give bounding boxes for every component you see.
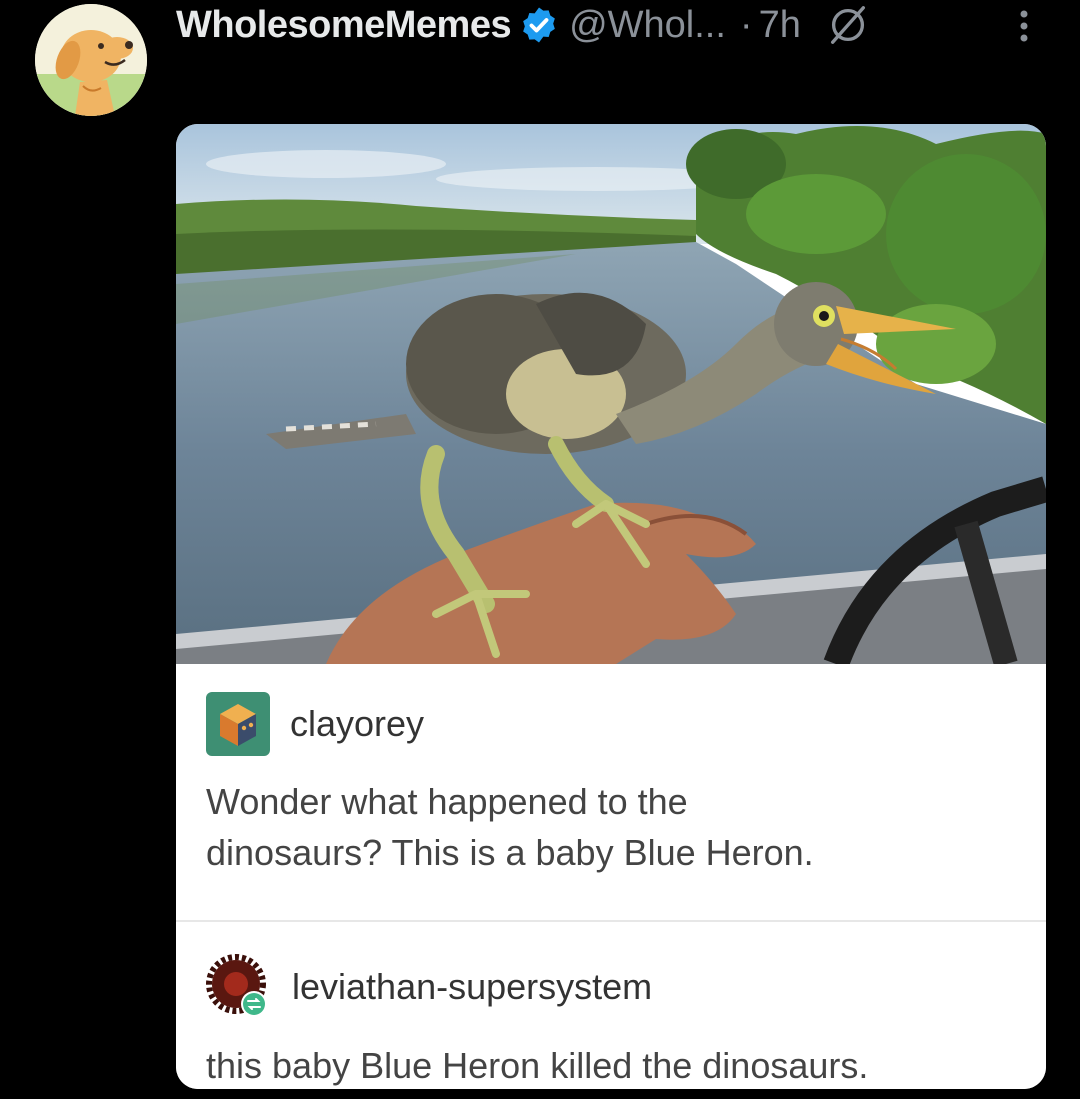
tweet-media[interactable]: clayorey Wonder what happened to the din… — [176, 124, 1046, 1089]
post-1-username[interactable]: clayorey — [290, 703, 424, 745]
gear-avatar-icon[interactable] — [206, 954, 272, 1020]
baby-heron-photo-icon — [176, 124, 1046, 664]
post-1-line-1: Wonder what happened to the — [206, 781, 688, 822]
verified-badge-icon — [523, 7, 555, 43]
display-name[interactable]: WholesomeMemes — [176, 4, 512, 47]
separator-dot: · — [739, 3, 753, 46]
cube-avatar-icon[interactable] — [206, 692, 270, 756]
post-2-username[interactable]: leviathan-supersystem — [292, 966, 652, 1008]
tumblr-post-1: clayorey Wonder what happened to the din… — [176, 664, 1046, 922]
golden-retriever-avatar-icon — [35, 4, 147, 116]
post-2-text: this baby Blue Heron killed the dinosaur… — [206, 1045, 869, 1086]
post-1-user: clayorey — [206, 692, 424, 756]
handle[interactable]: @Whol... — [569, 4, 726, 47]
tweet-header: WholesomeMemes @Whol... · 7h — [176, 0, 1056, 50]
tumblr-post-2: leviathan-supersystem this baby Blue Her… — [176, 924, 1046, 1089]
post-1-text: Wonder what happened to the dinosaurs? T… — [206, 776, 1016, 878]
timestamp[interactable]: 7h — [759, 4, 801, 47]
profile-avatar[interactable] — [35, 4, 147, 116]
grok-icon[interactable] — [825, 2, 871, 48]
post-2-user: leviathan-supersystem — [206, 954, 652, 1020]
more-options-icon[interactable] — [1010, 4, 1038, 48]
post-1-line-2: dinosaurs? This is a baby Blue Heron. — [206, 832, 814, 873]
